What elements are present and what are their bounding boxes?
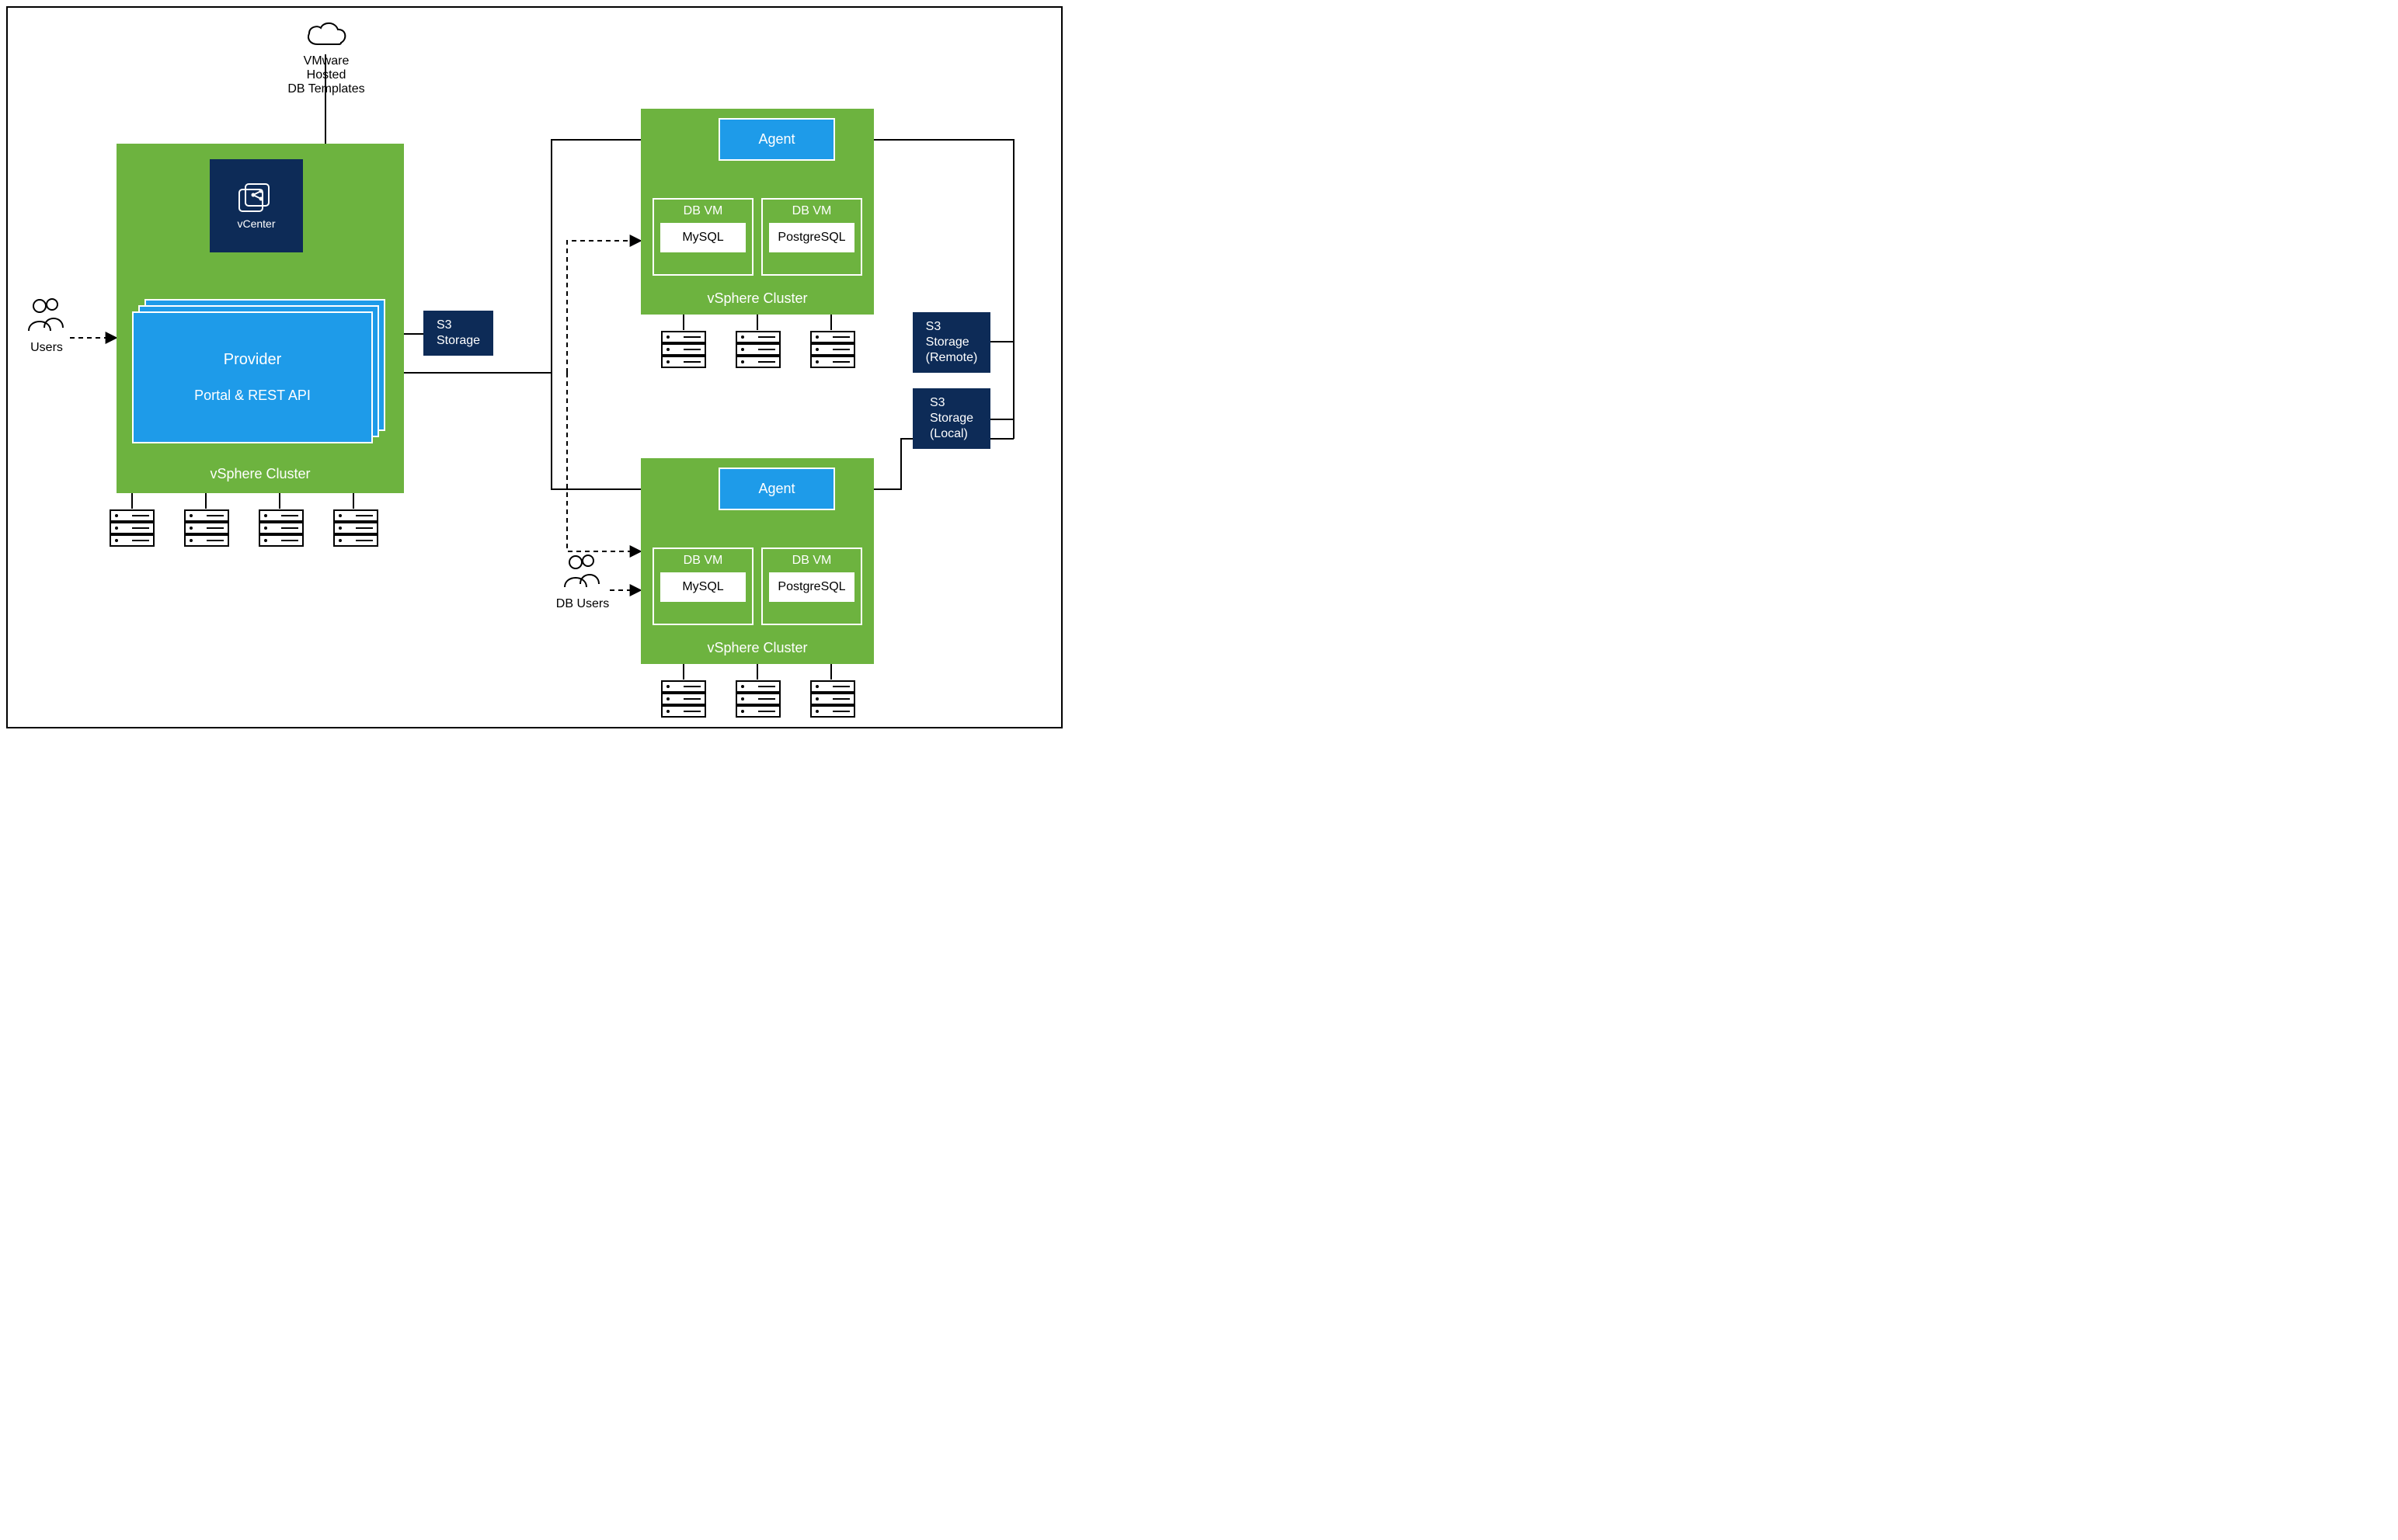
s3-storage-box: S3 Storage xyxy=(423,311,493,356)
provider-card: Provider Portal & REST API xyxy=(132,311,373,443)
s3-remote-box: S3 Storage (Remote) xyxy=(913,312,990,373)
cluster-a-dbvm2: DB VM PostgreSQL xyxy=(761,198,862,276)
cloud-label: VMware Hosted DB Templates xyxy=(287,54,365,96)
cloud-block: VMware Hosted DB Templates xyxy=(287,19,365,96)
dbvm-label: DB VM xyxy=(684,204,723,218)
cluster-a-rack-row xyxy=(660,330,856,369)
users-icon xyxy=(562,551,604,593)
server-rack-icon xyxy=(109,509,155,548)
vcenter-icon xyxy=(238,182,275,214)
cluster-a-label: vSphere Cluster xyxy=(641,290,874,307)
server-rack-icon xyxy=(809,330,856,369)
db-users-label: DB Users xyxy=(552,597,614,611)
s3-local-box: S3 Storage (Local) xyxy=(913,388,990,449)
cluster-b-agent: Agent xyxy=(719,468,835,510)
users-label: Users xyxy=(22,341,71,355)
db-chip-mysql: MySQL xyxy=(660,223,746,252)
cluster-b-dbvm1: DB VM MySQL xyxy=(653,548,754,625)
left-cluster: vCenter Provider Portal & REST API vSphe… xyxy=(117,144,404,493)
server-rack-icon xyxy=(258,509,305,548)
server-rack-icon xyxy=(183,509,230,548)
db-chip-postgresql: PostgreSQL xyxy=(769,223,854,252)
db-users-block: DB Users xyxy=(552,551,614,611)
db-chip-postgresql: PostgreSQL xyxy=(769,572,854,602)
cluster-b-rack-row xyxy=(660,680,856,718)
architecture-diagram: VMware Hosted DB Templates Users vCenter xyxy=(6,6,1063,728)
left-cluster-label: vSphere Cluster xyxy=(117,466,404,482)
server-rack-icon xyxy=(660,680,707,718)
server-rack-icon xyxy=(332,509,379,548)
cluster-a: Agent DB VM MySQL DB VM PostgreSQL vSphe… xyxy=(641,109,874,315)
server-rack-icon xyxy=(735,680,781,718)
vcenter-label: vCenter xyxy=(237,217,275,230)
dbvm-label: DB VM xyxy=(792,204,832,218)
cluster-a-agent: Agent xyxy=(719,118,835,161)
cluster-b-label: vSphere Cluster xyxy=(641,640,874,656)
server-rack-icon xyxy=(735,330,781,369)
provider-title: Provider xyxy=(224,351,281,369)
left-rack-row xyxy=(109,509,379,548)
dbvm-label: DB VM xyxy=(684,554,723,568)
users-icon xyxy=(26,295,68,337)
db-chip-mysql: MySQL xyxy=(660,572,746,602)
cloud-icon xyxy=(304,19,349,50)
dbvm-label: DB VM xyxy=(792,554,832,568)
cluster-b: Agent DB VM MySQL DB VM PostgreSQL vSphe… xyxy=(641,458,874,664)
cluster-a-dbvm1: DB VM MySQL xyxy=(653,198,754,276)
server-rack-icon xyxy=(660,330,707,369)
server-rack-icon xyxy=(809,680,856,718)
vcenter-box: vCenter xyxy=(210,159,303,252)
users-block: Users xyxy=(22,295,71,355)
provider-subtitle: Portal & REST API xyxy=(194,388,311,404)
cluster-b-dbvm2: DB VM PostgreSQL xyxy=(761,548,862,625)
